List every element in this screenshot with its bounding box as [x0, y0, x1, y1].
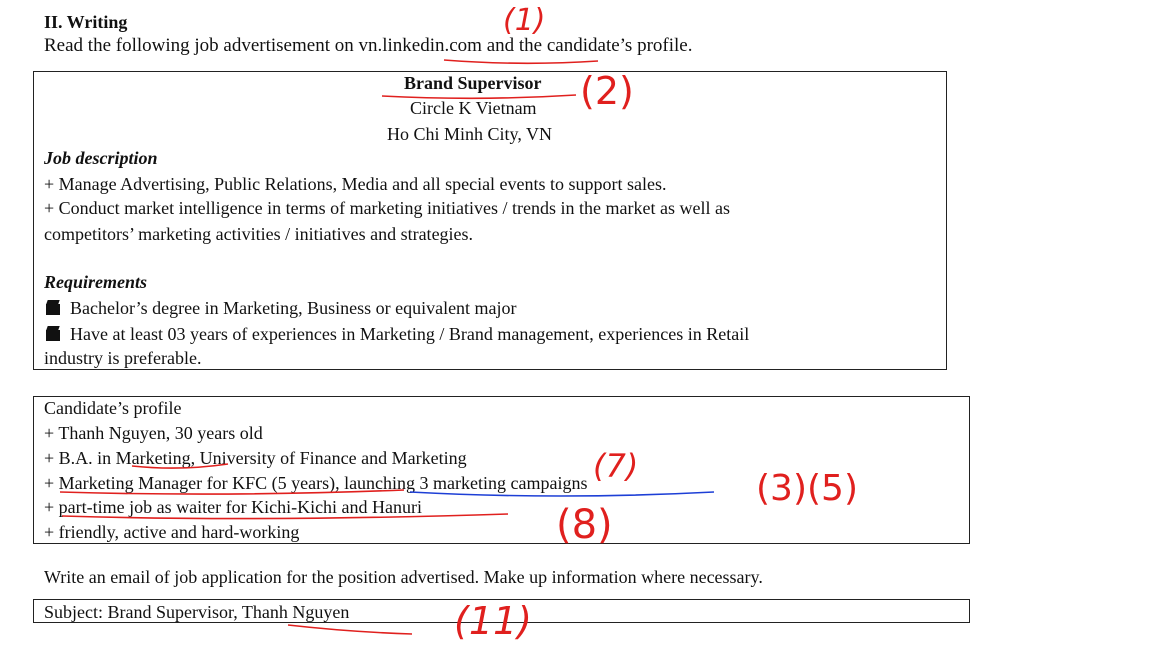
section-heading: II. Writing	[44, 12, 128, 32]
profile-line-3: + Marketing Manager for KFC (5 years), l…	[44, 473, 588, 493]
requirements-heading: Requirements	[44, 272, 148, 292]
task-instruction: Write an email of job application for th…	[44, 567, 763, 587]
requirement-2: Have at least 03 years of experiences in…	[46, 322, 749, 346]
profile-heading: Candidate’s profile	[44, 398, 182, 418]
underline-site	[443, 59, 599, 65]
instruction-line: Read the following job advertisement on …	[44, 34, 692, 58]
requirement-2-cont: industry is preferable.	[44, 348, 202, 368]
site-link: vn.linkedin.com	[358, 35, 482, 56]
subject-line: Subject: Brand Supervisor, Thanh Nguyen	[44, 602, 350, 622]
requirement-2-text: Have at least 03 years of experiences in…	[70, 324, 750, 344]
profile-line-2: + B.A. in Marketing, University of Finan…	[44, 448, 467, 468]
company-name: Circle K Vietnam	[410, 98, 537, 118]
job-location: Ho Chi Minh City, VN	[387, 124, 553, 144]
clapperboard-bullet-icon	[46, 330, 60, 341]
instruction-suffix: and the candidate’s profile.	[481, 35, 693, 56]
description-line-3: competitors’ marketing activities / init…	[44, 224, 474, 244]
profile-line-4: + part-time job as waiter for Kichi-Kich…	[44, 497, 423, 517]
clapperboard-bullet-icon	[46, 304, 60, 315]
profile-line-5: + friendly, active and hard-working	[44, 522, 300, 542]
annotation-1: (1)	[503, 3, 546, 38]
underline-name	[287, 624, 413, 635]
requirement-1-text: Bachelor’s degree in Marketing, Business…	[70, 298, 517, 318]
description-heading: Job description	[44, 148, 158, 168]
requirement-1: Bachelor’s degree in Marketing, Business…	[46, 296, 517, 320]
profile-line-1: + Thanh Nguyen, 30 years old	[44, 423, 263, 443]
instruction-prefix: Read the following job advertisement on	[44, 35, 359, 56]
description-line-2: + Conduct market intelligence in terms o…	[44, 198, 730, 218]
job-title: Brand Supervisor	[404, 73, 542, 93]
description-line-1: + Manage Advertising, Public Relations, …	[44, 174, 667, 194]
